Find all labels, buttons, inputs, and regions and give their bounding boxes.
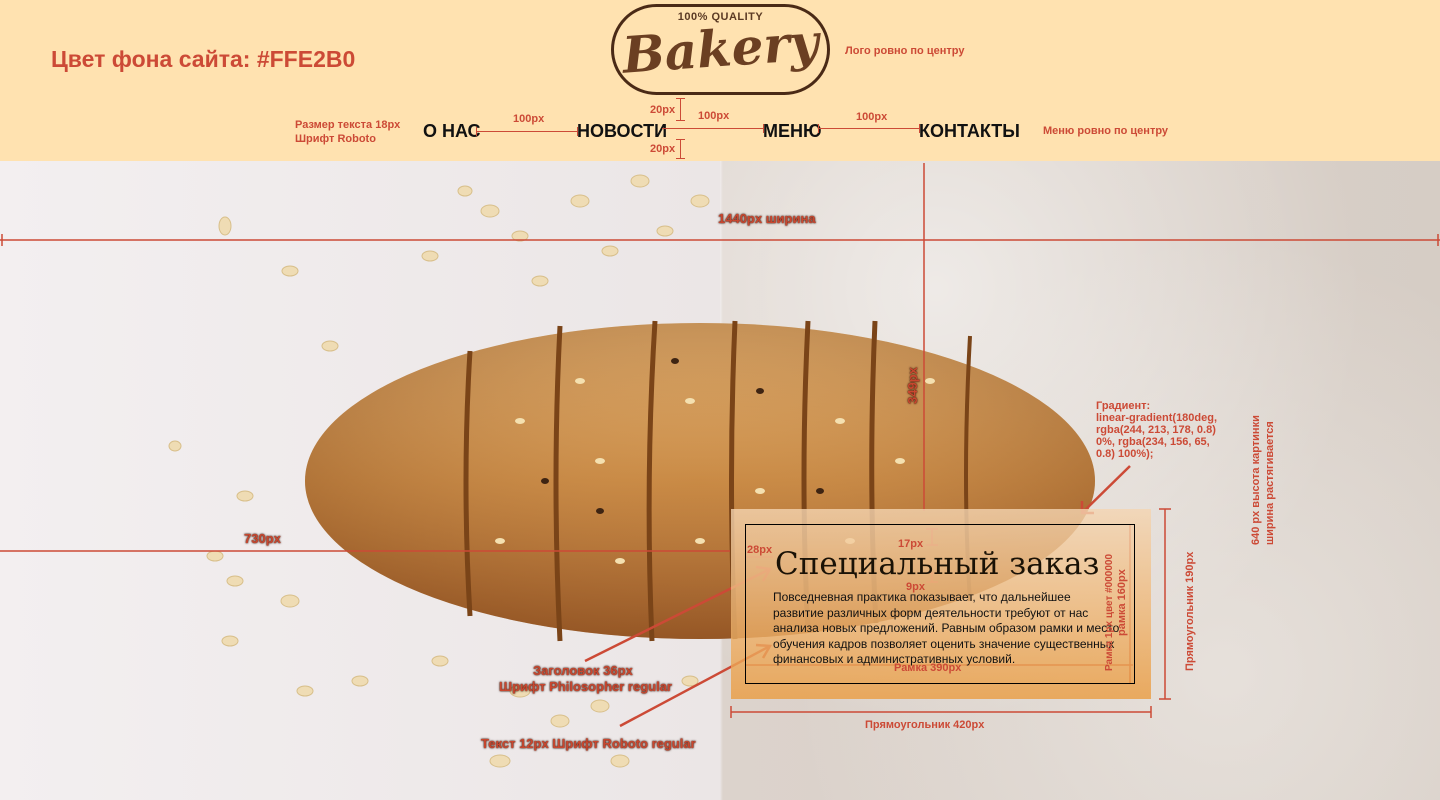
card-text: Повседневная практика показывает, что да… <box>773 590 1120 666</box>
gradient-note-line: Градиент: <box>1096 400 1151 412</box>
bottom-spacing-label: 20px <box>650 143 676 155</box>
image-height-note: 640 px высота картинки <box>1250 415 1262 545</box>
gradient-note-line: 0.8) 100%); <box>1096 448 1154 460</box>
font-size-note: Размер текста 18px <box>295 119 401 131</box>
frame-height-note: рамка 160px <box>1116 569 1128 636</box>
gap-tick <box>919 124 920 133</box>
rect-width-note: Прямоугольник 420px <box>865 719 985 731</box>
top-spacing-label: 20px <box>650 104 676 116</box>
text-font-note: Текст 12px Шрифт Roboto regular <box>481 736 696 751</box>
font-family-note: Шрифт Roboto <box>295 133 376 145</box>
background-color-note: Цвет фона сайта: #FFE2B0 <box>51 46 356 72</box>
rect-height-note: Прямоугольник 190px <box>1184 551 1196 671</box>
image-width-note: ширина растягивается <box>1264 421 1276 545</box>
spacing-tick <box>676 98 685 99</box>
site-header: Цвет фона сайта: #FFE2B0 100% QUALITY Ba… <box>0 0 1440 161</box>
gap-tick <box>577 127 578 136</box>
nav-about[interactable]: О НАС <box>423 120 481 142</box>
gradient-note: Градиент: linear-gradient(180deg, rgba(2… <box>1096 400 1217 460</box>
gap-guide-3 <box>818 128 919 129</box>
gap-label-2: 100px <box>698 110 730 122</box>
gap-guide-2 <box>662 128 763 129</box>
title-gap-label: 9px <box>906 581 925 593</box>
gradient-note-line: rgba(244, 213, 178, 0.8) <box>1096 424 1216 436</box>
height-label: 349px <box>905 367 920 404</box>
hero-section: Специальный заказ Повседневная практика … <box>0 161 1440 800</box>
bakery-logo[interactable]: 100% QUALITY Bakery <box>611 4 830 95</box>
heading-size-note: Заголовок 36px <box>533 663 633 678</box>
gap-tick <box>818 124 819 133</box>
top-gap-label: 17px <box>898 538 924 550</box>
width-label: 1440px ширина <box>718 211 816 226</box>
gap-tick <box>763 124 764 133</box>
nav-contacts[interactable]: КОНТАКТЫ <box>919 120 1020 142</box>
nav-news[interactable]: НОВОСТИ <box>577 120 667 142</box>
bread-image <box>0 163 1440 768</box>
gap-tick <box>476 127 477 136</box>
logo-center-note: Логo ровно по центру <box>845 45 965 57</box>
gap-label-3: 100px <box>856 111 888 123</box>
top-spacing-guide <box>680 98 681 120</box>
heading-font-note: Шрифт Philosopher regular <box>499 679 672 694</box>
gradient-note-line: 0%, rgba(234, 156, 65, <box>1096 436 1210 448</box>
card-title: Специальный заказ <box>775 546 1100 582</box>
offset-label: 730px <box>244 531 281 546</box>
spacing-tick <box>676 158 685 159</box>
spacing-tick <box>676 139 685 140</box>
gap-guide-1 <box>476 131 577 132</box>
nav-menu[interactable]: МЕНЮ <box>763 120 822 142</box>
menu-center-note: Меню ровно по центру <box>1043 125 1169 137</box>
frame-width-note: Рамка 390px <box>894 662 962 674</box>
bottom-spacing-guide <box>680 139 681 159</box>
left-gap-label: 28px <box>747 544 773 556</box>
spacing-tick <box>676 120 685 121</box>
gap-label-1: 100px <box>513 113 545 125</box>
gradient-note-line: linear-gradient(180deg, <box>1096 412 1218 424</box>
